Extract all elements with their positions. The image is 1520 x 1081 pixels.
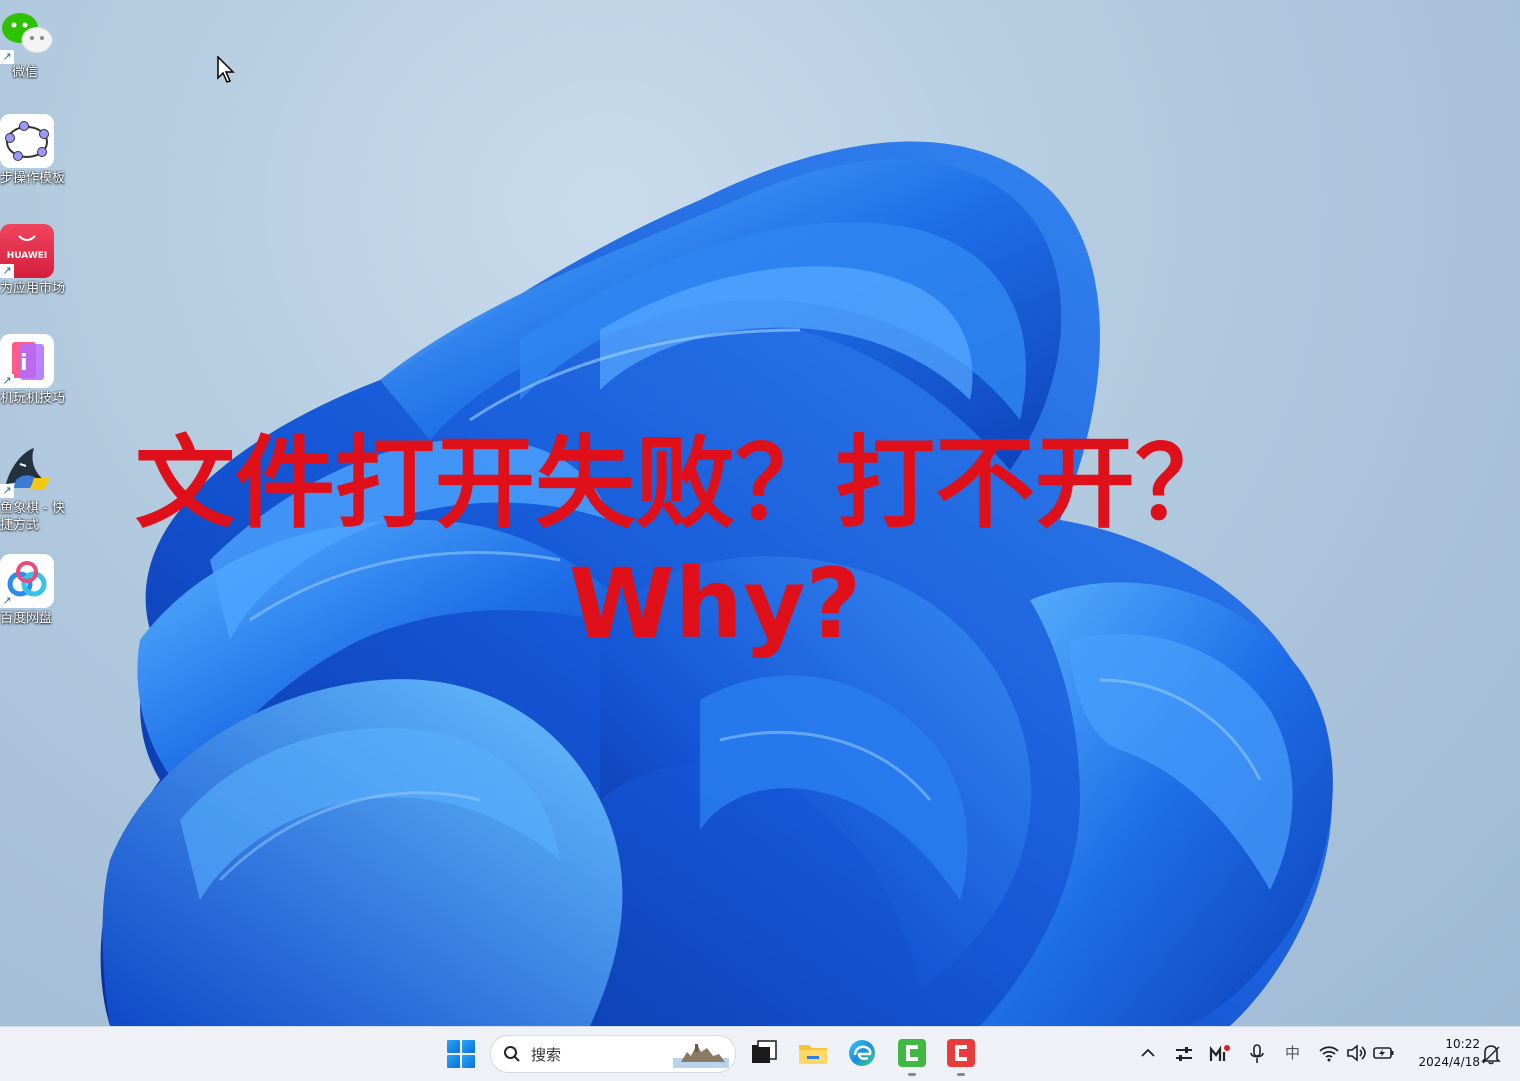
huawei-appgallery-icon: HUAWEI ↗ (0, 224, 54, 278)
headline-line-2: Why? (568, 548, 862, 660)
running-indicator (957, 1073, 965, 1076)
shortcut-arrow-icon: ↗ (0, 264, 14, 278)
headline-line-1: 文件打开失败？打不开？ (135, 425, 1235, 542)
settings-sliders-icon[interactable] (1174, 1044, 1194, 1064)
huawei-brand-text: HUAWEI (7, 251, 48, 261)
taskbar: 搜索 中 10:22 2024/4/18 (0, 1026, 1520, 1081)
svg-text:i: i (20, 351, 28, 376)
volume-icon[interactable] (1346, 1044, 1366, 1062)
geogebra-icon (0, 114, 54, 168)
taskbar-search-box[interactable]: 搜索 (490, 1035, 736, 1073)
search-icon (504, 1046, 520, 1062)
desktop-icon-wechat[interactable]: ↗ 微信 (0, 8, 80, 81)
ime-indicator[interactable]: 中 (1285, 1042, 1300, 1063)
clock-date: 2024/4/18 (1418, 1055, 1480, 1069)
start-icon-square (462, 1040, 475, 1053)
overlay-headline: 文件打开失败？打不开？ Why? (0, 425, 1370, 663)
file-explorer-icon[interactable] (797, 1037, 829, 1069)
start-button[interactable] (447, 1040, 475, 1068)
shortcut-arrow-icon: ↗ (0, 374, 14, 388)
desktop: ↗ 微信 步操作模板 HUAWEI ↗ 为应用市场 i ↗ 机玩机技巧 ↗ 鱼象… (0, 0, 1520, 1026)
desktop-icon-label: 为应用市场 (0, 281, 66, 296)
running-indicator (908, 1073, 916, 1076)
start-icon-square (447, 1055, 460, 1068)
taskbar-clock[interactable]: 10:22 2024/4/18 (1404, 1035, 1480, 1071)
desktop-icon-label: 机玩机技巧 (0, 391, 66, 406)
desktop-icon-label: 微信 (12, 65, 39, 80)
notification-bell-icon[interactable] (1481, 1043, 1501, 1065)
start-icon-square (447, 1040, 460, 1053)
desktop-icon-label: 步操作模板 (0, 171, 66, 186)
tips-app-icon: i ↗ (0, 334, 54, 388)
wifi-icon[interactable] (1319, 1044, 1339, 1062)
start-icon-square (462, 1055, 475, 1068)
microphone-icon[interactable] (1249, 1043, 1265, 1065)
desktop-icon-geogebra[interactable]: 步操作模板 (0, 114, 80, 187)
search-highlight-castle-icon (673, 1044, 729, 1068)
chevron-up-icon[interactable] (1140, 1045, 1156, 1061)
mouse-cursor-icon (217, 56, 235, 83)
battery-charging-icon[interactable] (1373, 1045, 1395, 1061)
huawei-manager-icon[interactable] (1209, 1043, 1231, 1065)
shortcut-arrow-icon: ↗ (0, 50, 14, 64)
edge-icon[interactable] (846, 1037, 878, 1069)
clock-time: 10:22 (1445, 1037, 1480, 1051)
camtasia-red-icon[interactable] (945, 1037, 977, 1069)
desktop-icon-huawei-appgallery[interactable]: HUAWEI ↗ 为应用市场 (0, 224, 80, 297)
task-view-icon[interactable] (748, 1037, 780, 1069)
search-placeholder: 搜索 (531, 1046, 562, 1064)
camtasia-green-icon[interactable] (896, 1037, 928, 1069)
desktop-icon-tips[interactable]: i ↗ 机玩机技巧 (0, 334, 80, 407)
